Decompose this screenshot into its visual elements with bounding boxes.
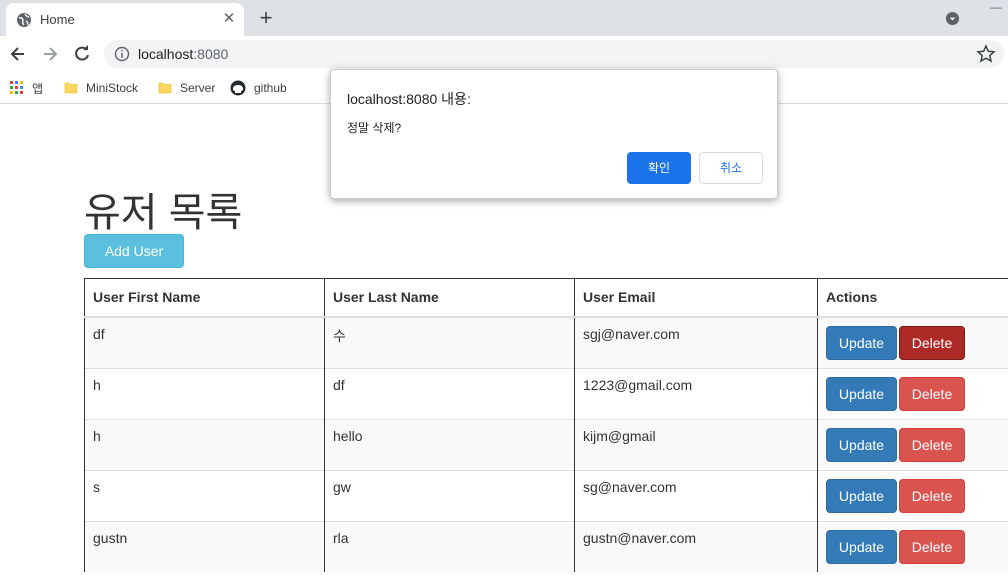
column-header-email: User Email	[574, 278, 818, 318]
dialog-title: localhost:8080 내용:	[347, 91, 471, 107]
cell-email: kijm@gmail	[574, 418, 818, 470]
tab-title: Home	[40, 12, 75, 27]
folder-icon	[64, 82, 78, 94]
users-table: User First Name User Last Name User Emai…	[84, 278, 1008, 572]
bookmark-label: github	[254, 81, 287, 95]
cell-email: 1223@gmail.com	[574, 367, 818, 419]
update-button[interactable]: Update	[826, 529, 897, 564]
github-icon	[230, 80, 246, 96]
update-button[interactable]: Update	[826, 376, 897, 411]
table-row: df 수 sgj@naver.com Update Delete	[84, 316, 1008, 368]
cell-first-name: df	[84, 316, 325, 368]
column-header-actions: Actions	[817, 278, 1008, 318]
delete-button[interactable]: Delete	[899, 427, 965, 462]
cell-actions: Update Delete	[817, 418, 1008, 470]
table-header-row: User First Name User Last Name User Emai…	[84, 278, 1008, 318]
cell-actions: Update Delete	[817, 367, 1008, 419]
dialog-message: 정말 삭제?	[347, 121, 402, 135]
cell-actions: Update Delete	[817, 316, 1008, 368]
cell-last-name: gw	[324, 469, 575, 521]
cell-last-name: df	[324, 367, 575, 419]
add-user-button[interactable]: Add User	[84, 234, 184, 268]
bookmark-ministock[interactable]: MiniStock	[64, 78, 138, 98]
table-row: h hello kijm@gmail Update Delete	[84, 418, 1008, 470]
bookmark-label: 앱	[32, 81, 44, 96]
minimize-icon[interactable]: —	[990, 0, 1004, 14]
forward-icon[interactable]	[40, 44, 60, 64]
column-header-last-name: User Last Name	[324, 278, 575, 318]
apps-grid-icon	[10, 81, 23, 94]
delete-button[interactable]: Delete	[899, 376, 965, 411]
confirm-ok-button[interactable]: 확인	[627, 152, 691, 184]
new-tab-icon[interactable]: +	[254, 6, 278, 30]
cell-email: gustn@naver.com	[574, 520, 818, 572]
cell-last-name: rla	[324, 520, 575, 572]
browser-toolbar: localhost:8080	[0, 36, 1008, 72]
tab-search-icon[interactable]	[945, 11, 960, 26]
cell-first-name: h	[84, 418, 325, 470]
reload-icon[interactable]	[72, 44, 92, 64]
info-icon[interactable]	[114, 46, 130, 62]
update-button[interactable]: Update	[826, 478, 897, 513]
confirm-cancel-button[interactable]: 취소	[699, 152, 763, 184]
cell-email: sgj@naver.com	[574, 316, 818, 368]
tab-strip: Home ✕ + —	[0, 0, 1008, 36]
url-text: localhost:8080	[138, 46, 229, 62]
delete-button[interactable]: Delete	[899, 478, 965, 513]
cell-last-name: hello	[324, 418, 575, 470]
update-button[interactable]: Update	[826, 427, 897, 462]
update-button[interactable]: Update	[826, 325, 897, 360]
confirm-dialog: localhost:8080 내용: 정말 삭제? 확인 취소	[330, 69, 778, 199]
address-bar[interactable]: localhost:8080	[104, 40, 1004, 68]
bookmark-star-icon[interactable]	[976, 44, 996, 64]
bookmark-label: Server	[180, 81, 216, 95]
cell-actions: Update Delete	[817, 520, 1008, 572]
bookmark-github[interactable]: github	[230, 78, 287, 98]
cell-last-name: 수	[324, 316, 575, 368]
bookmark-label: MiniStock	[86, 81, 139, 95]
delete-button[interactable]: Delete	[899, 529, 965, 564]
cell-email: sg@naver.com	[574, 469, 818, 521]
back-icon[interactable]	[8, 44, 28, 64]
cell-first-name: gustn	[84, 520, 325, 572]
table-row: s gw sg@naver.com Update Delete	[84, 469, 1008, 521]
cell-actions: Update Delete	[817, 469, 1008, 521]
bookmark-apps[interactable]: 앱	[10, 78, 43, 98]
table-row: h df 1223@gmail.com Update Delete	[84, 367, 1008, 419]
tab-home[interactable]: Home ✕	[6, 3, 244, 36]
folder-icon	[158, 82, 172, 94]
bookmark-server[interactable]: Server	[158, 78, 215, 98]
cell-first-name: s	[84, 469, 325, 521]
table-row: gustn rla gustn@naver.com Update Delete	[84, 520, 1008, 572]
page-title: 유저 목록	[84, 191, 243, 235]
cell-first-name: h	[84, 367, 325, 419]
delete-button[interactable]: Delete	[899, 325, 965, 360]
globe-icon	[17, 13, 31, 27]
column-header-first-name: User First Name	[84, 278, 325, 318]
close-tab-icon[interactable]: ✕	[220, 10, 238, 28]
